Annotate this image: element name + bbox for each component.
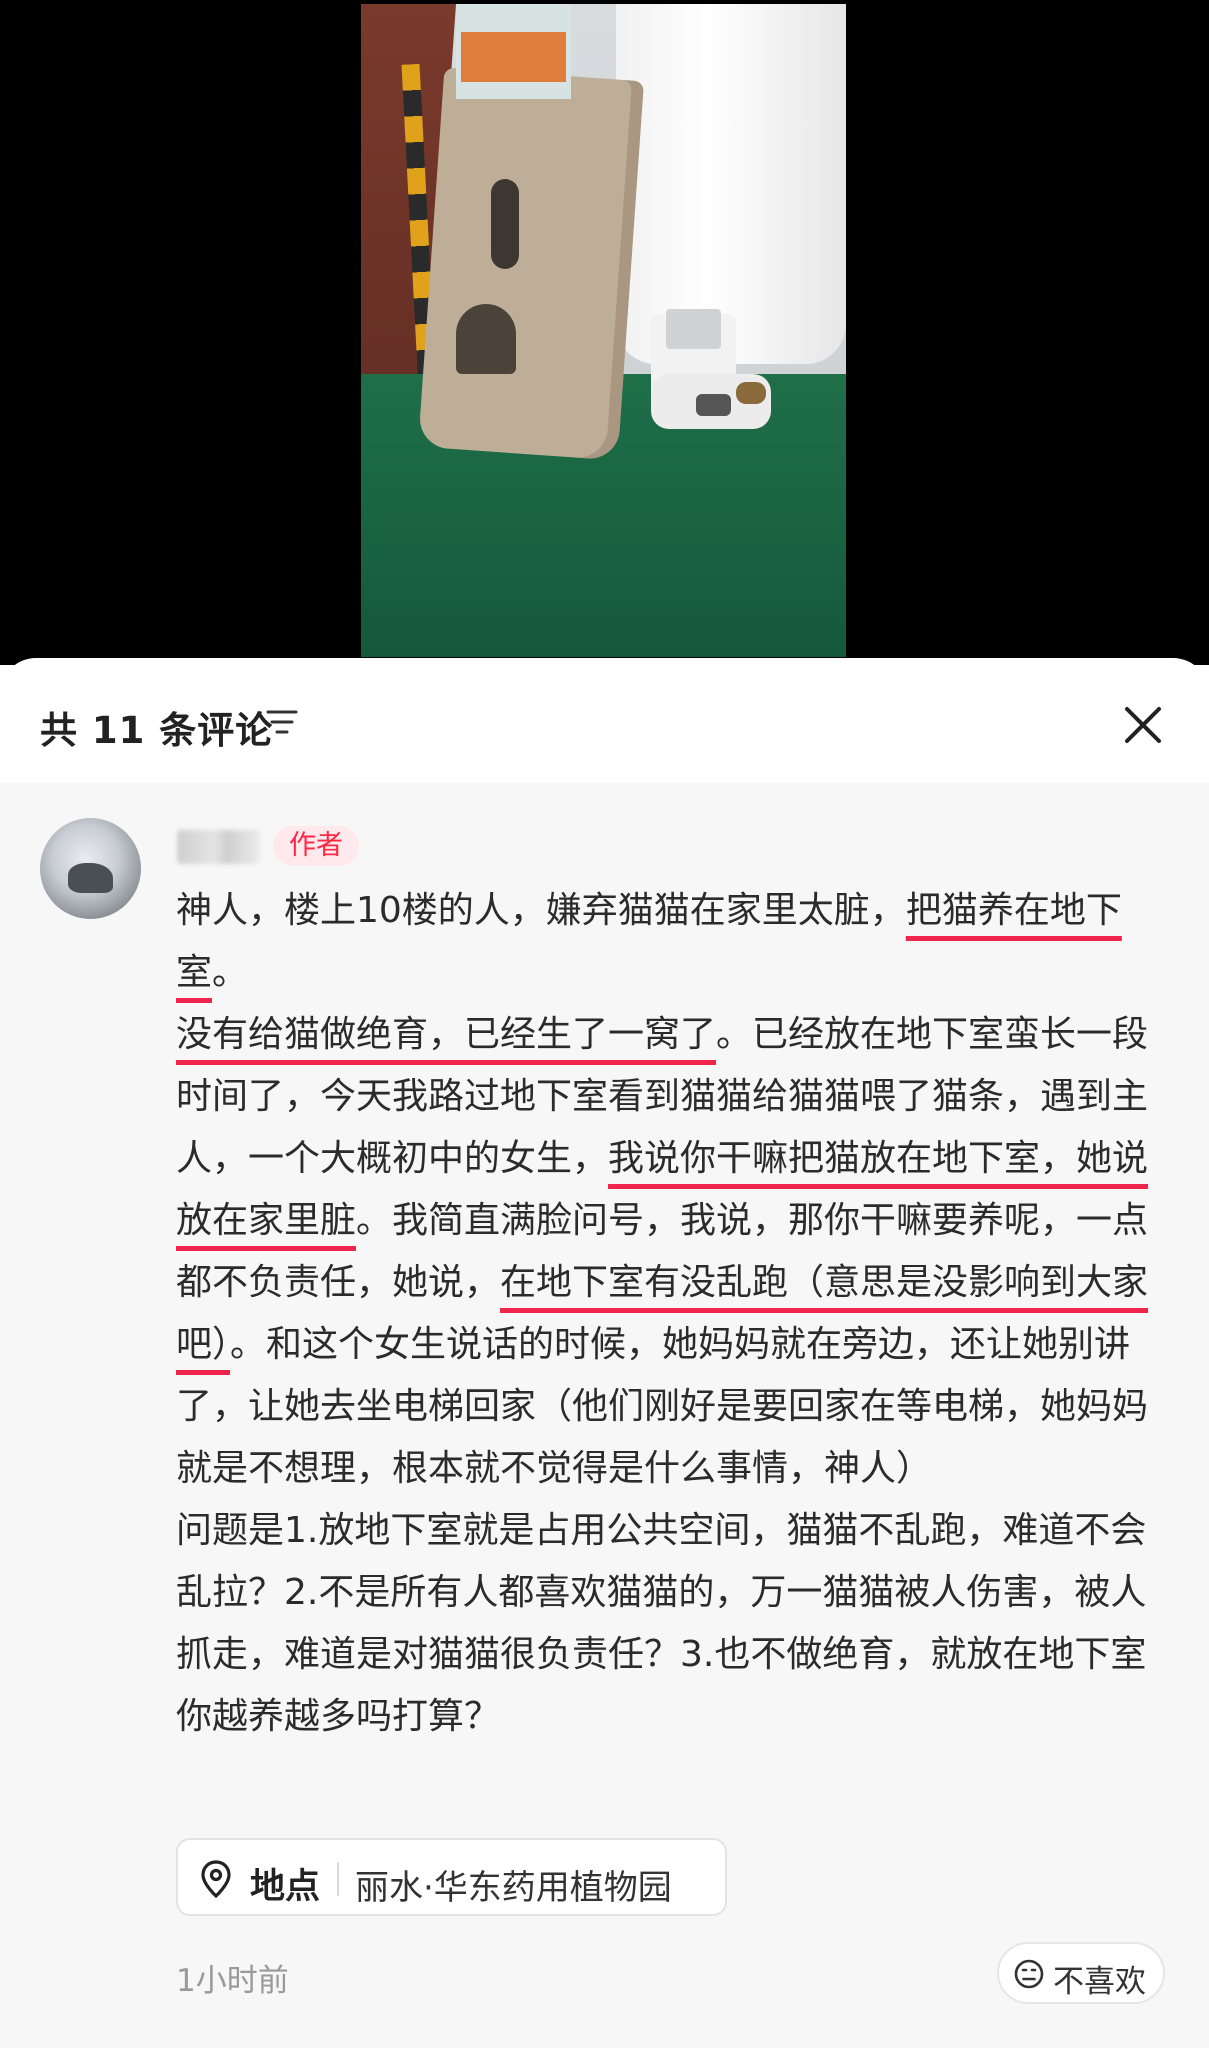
comment-count-title: 共 11 条评论 [40, 709, 274, 752]
comment-text-segment: 。 [212, 952, 249, 993]
video-cat-house [417, 67, 645, 461]
location-divider [337, 1862, 339, 1896]
highlighted-text-segment: 没有给猫做绝育，已经生了一窝了 [176, 1014, 717, 1055]
filter-lines-icon[interactable] [266, 708, 298, 736]
video-cat-house-door [456, 304, 516, 374]
location-value: 丽水·华东药用植物园 [355, 1868, 672, 1908]
avatar[interactable] [40, 818, 141, 919]
author-badge: 作者 [273, 826, 359, 866]
comment-body[interactable]: 神人，楼上10楼的人，嫌弃猫猫在家里太脏，把猫养在地下室。 没有给猫做绝育，已经生… [176, 880, 1176, 1748]
close-x-icon[interactable] [1118, 700, 1168, 750]
comment-text-segment: 神人，楼上10楼的人，嫌弃猫猫在家里太脏， [176, 890, 906, 931]
comment-time: 1小时前 [176, 1963, 289, 1999]
video-feeder-top [666, 309, 721, 349]
video-bowl-food [736, 382, 766, 404]
video-cat-house-hole [491, 179, 519, 269]
video-box-label [461, 32, 566, 82]
location-chip[interactable]: 地点 丽水·华东药用植物园 [176, 1838, 727, 1916]
dislike-label: 不喜欢 [1053, 1964, 1146, 2000]
dislike-button[interactable]: 不喜欢 [997, 1942, 1165, 2004]
location-label: 地点 [250, 1867, 321, 1907]
video-frame[interactable] [361, 4, 846, 657]
video-bowl-water [696, 394, 731, 416]
frown-face-icon [1013, 1958, 1045, 1990]
location-pin-icon [200, 1860, 232, 1899]
comment-text-segment: 问题是1.放地下室就是占用公共空间，猫猫不乱跑，难道不会乱拉？2.不是所有人都喜… [176, 1510, 1147, 1737]
comment-sheet-header: 共 11 条评论 [0, 658, 1209, 783]
video-barrel [616, 4, 846, 364]
comment-text-segment: 。和这个女生说话的时候，她妈妈就在旁边，还让她别讲了，让她去坐电梯回家（他们刚好… [176, 1324, 1149, 1489]
video-player[interactable] [0, 0, 1209, 665]
username-redacted[interactable] [177, 830, 260, 864]
avatar-image-detail [68, 863, 113, 893]
